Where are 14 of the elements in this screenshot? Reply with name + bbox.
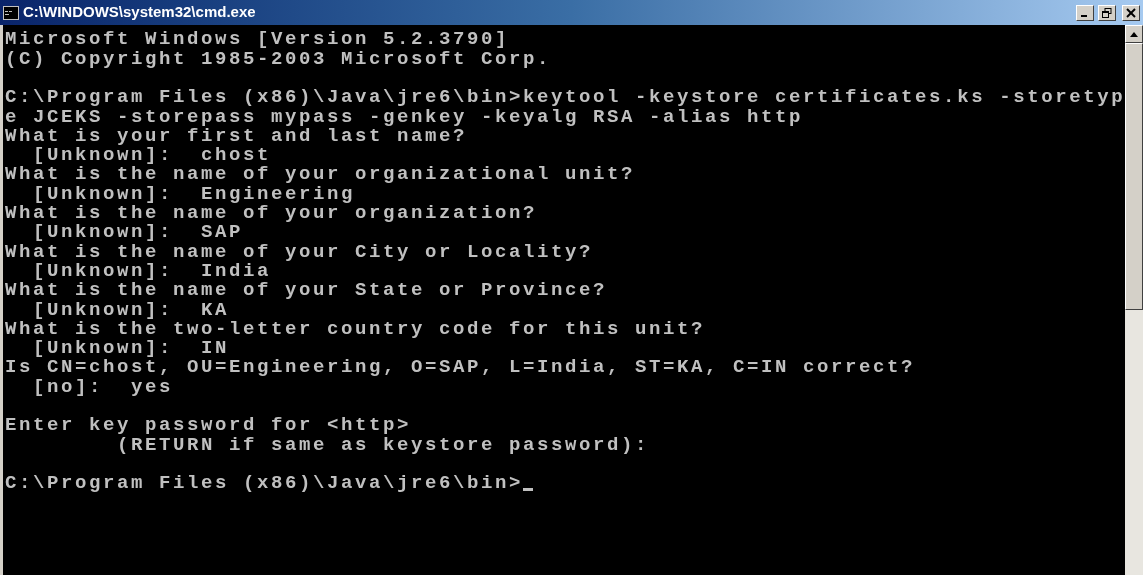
scroll-up-button[interactable] bbox=[1125, 25, 1143, 43]
command-prompt: C:\Program Files (x86)\Java\jre6\bin> bbox=[5, 471, 524, 497]
minimize-icon bbox=[1081, 14, 1087, 17]
close-button[interactable] bbox=[1122, 4, 1140, 21]
minimize-button[interactable] bbox=[1076, 4, 1094, 21]
window-title: C:\WINDOWS\system32\cmd.exe bbox=[23, 2, 257, 23]
scroll-bar[interactable] bbox=[1125, 25, 1143, 575]
close-icon bbox=[1126, 7, 1136, 18]
restore-button[interactable] bbox=[1098, 4, 1116, 21]
up-arrow-icon bbox=[1130, 31, 1138, 37]
text-cursor bbox=[523, 488, 534, 492]
restore-icon bbox=[1102, 7, 1112, 18]
console-icon bbox=[3, 5, 19, 20]
scroll-thumb[interactable] bbox=[1125, 43, 1143, 310]
